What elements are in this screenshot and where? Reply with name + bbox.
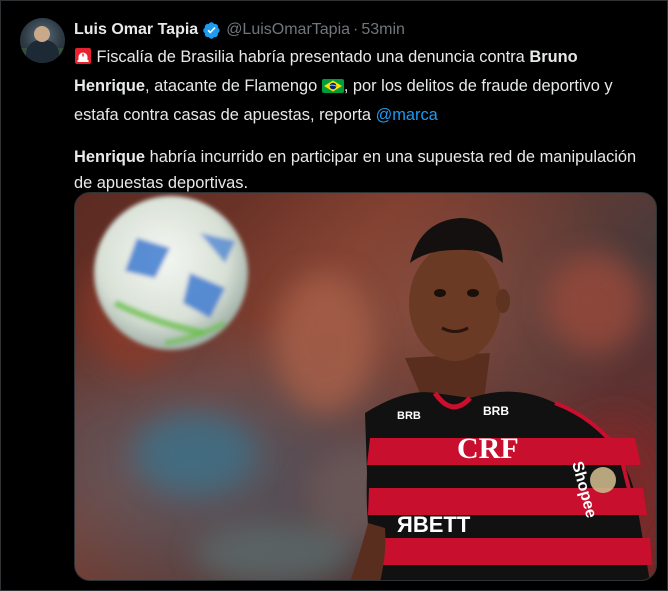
verified-badge-icon (202, 21, 221, 40)
avatar[interactable] (20, 18, 65, 63)
player-head (409, 218, 510, 361)
author-handle[interactable]: @LuisOmarTapia (226, 21, 350, 39)
tweet-timestamp[interactable]: 53min (361, 21, 405, 39)
svg-text:CRF: CRF (457, 432, 519, 465)
separator-dot: · (353, 21, 359, 38)
tweet-header: Luis Omar Tapia @LuisOmarTapia · 53min (74, 18, 405, 42)
tweet-text-segment: habría incurrido en participar en una su… (74, 148, 637, 192)
svg-text:ЯBETT: ЯBETT (397, 512, 471, 537)
svg-text:BRB: BRB (483, 404, 509, 418)
brazil-flag-icon (321, 76, 344, 102)
tweet-media-photo[interactable]: BRB BRB CRF ЯBETT Shopee (74, 192, 657, 581)
ball (94, 196, 248, 350)
tweet-text-segment: Fiscalía de Brasilia habría presentado u… (92, 48, 530, 66)
tweet-paragraph-1: Fiscalía de Brasilia habría presentado u… (74, 44, 654, 128)
svg-text:BRB: BRB (397, 410, 421, 422)
tweet-paragraph-2: Henrique habría incurrido en participar … (74, 144, 654, 196)
siren-icon (74, 47, 92, 73)
tweet-text-segment: , atacante de Flamengo (145, 77, 322, 95)
photo-illustration: BRB BRB CRF ЯBETT Shopee (85, 196, 656, 580)
tweet-text-bold: Henrique (74, 148, 146, 166)
author-name[interactable]: Luis Omar Tapia (74, 21, 198, 39)
tweet-text: Fiscalía de Brasilia habría presentado u… (74, 44, 654, 196)
mention-link[interactable]: @marca (376, 106, 438, 124)
tweet-card[interactable]: Luis Omar Tapia @LuisOmarTapia · 53min F… (0, 0, 668, 591)
